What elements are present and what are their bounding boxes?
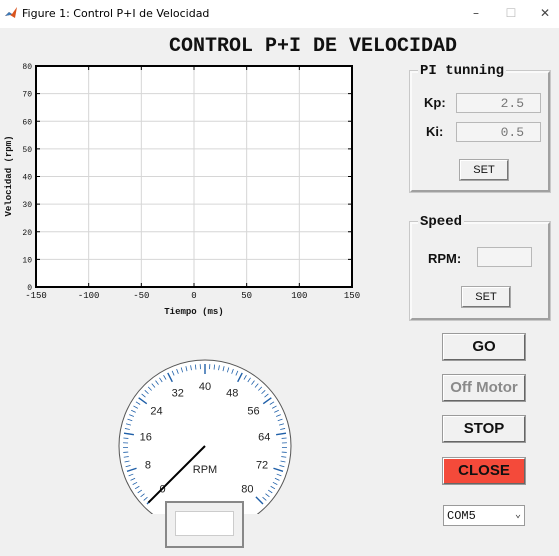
y-axis-label: Velocidad (rpm): [4, 135, 14, 216]
gauge-label: 24: [150, 406, 162, 418]
ki-field[interactable]: 0.5: [456, 122, 541, 142]
y-tick-label: 20: [22, 229, 32, 238]
go-button[interactable]: GO: [442, 333, 526, 361]
y-tick-label: 10: [22, 256, 32, 265]
kp-field[interactable]: 2.5: [456, 93, 541, 113]
close-window-button[interactable]: ✕: [535, 4, 555, 22]
off-motor-button[interactable]: Off Motor: [442, 374, 526, 402]
speed-panel: Speed RPM: SET: [409, 214, 551, 321]
x-tick-label: -100: [78, 291, 100, 301]
window-title: Figure 1: Control P+I de Velocidad: [22, 7, 210, 20]
gauge-label: 16: [140, 432, 152, 444]
gauge-label: 48: [226, 388, 238, 400]
com-port-value: COM5: [447, 509, 476, 523]
x-tick-label: 0: [191, 291, 196, 301]
gauge-unit-label: RPM: [193, 464, 217, 476]
x-tick-label: -50: [133, 291, 149, 301]
y-tick-label: 0: [27, 284, 32, 293]
close-button[interactable]: CLOSE: [442, 457, 526, 485]
y-tick-label: 30: [22, 201, 32, 210]
maximize-button[interactable]: ☐: [501, 4, 521, 22]
pi-panel-title: PI tunning: [418, 63, 507, 79]
gauge-label: 80: [241, 483, 253, 495]
gauge-label: 64: [258, 432, 270, 444]
kp-label: Kp:: [424, 95, 446, 110]
rpm-label: RPM:: [428, 251, 462, 266]
com-port-select[interactable]: COM5 ⌄: [443, 505, 525, 526]
x-tick-label: 50: [241, 291, 252, 301]
gauge-label: 32: [172, 388, 184, 400]
chevron-down-icon: ⌄: [514, 510, 521, 521]
ki-label: Ki:: [426, 124, 444, 139]
pi-set-button[interactable]: SET: [459, 159, 509, 181]
pi-tuning-panel: PI tunning Kp: 2.5 Ki: 0.5 SET: [409, 63, 551, 193]
y-tick-label: 80: [22, 63, 32, 72]
speed-set-button[interactable]: SET: [461, 286, 511, 308]
matlab-icon: [5, 7, 17, 18]
x-axis-label: Tiempo (ms): [164, 307, 223, 317]
rpm-readout: [175, 511, 234, 536]
gauge-label: 8: [145, 460, 151, 472]
main-title: CONTROL P+I DE VELOCIDAD: [168, 35, 458, 58]
rpm-gauge: 08162432404856647280 RPM: [118, 359, 292, 514]
window-titlebar: Figure 1: Control P+I de Velocidad – ☐ ✕: [0, 0, 559, 28]
gauge-label: 56: [247, 406, 259, 418]
y-tick-label: 50: [22, 146, 32, 155]
gauge-label: 40: [199, 381, 211, 393]
y-tick-label: 40: [22, 174, 32, 183]
rpm-display: [165, 501, 244, 548]
y-tick-label: 70: [22, 91, 32, 100]
rpm-field[interactable]: [477, 247, 532, 267]
gauge-label: 72: [256, 460, 268, 472]
stop-button[interactable]: STOP: [442, 415, 526, 443]
speed-chart: -150 -100 -50 0 50 100 15001020304050607080 Ti…: [4, 63, 360, 317]
x-tick-label: 150: [344, 291, 360, 301]
speed-panel-title: Speed: [418, 214, 465, 230]
x-tick-label: 100: [291, 291, 307, 301]
minimize-button[interactable]: –: [466, 4, 486, 22]
y-tick-label: 60: [22, 118, 32, 127]
